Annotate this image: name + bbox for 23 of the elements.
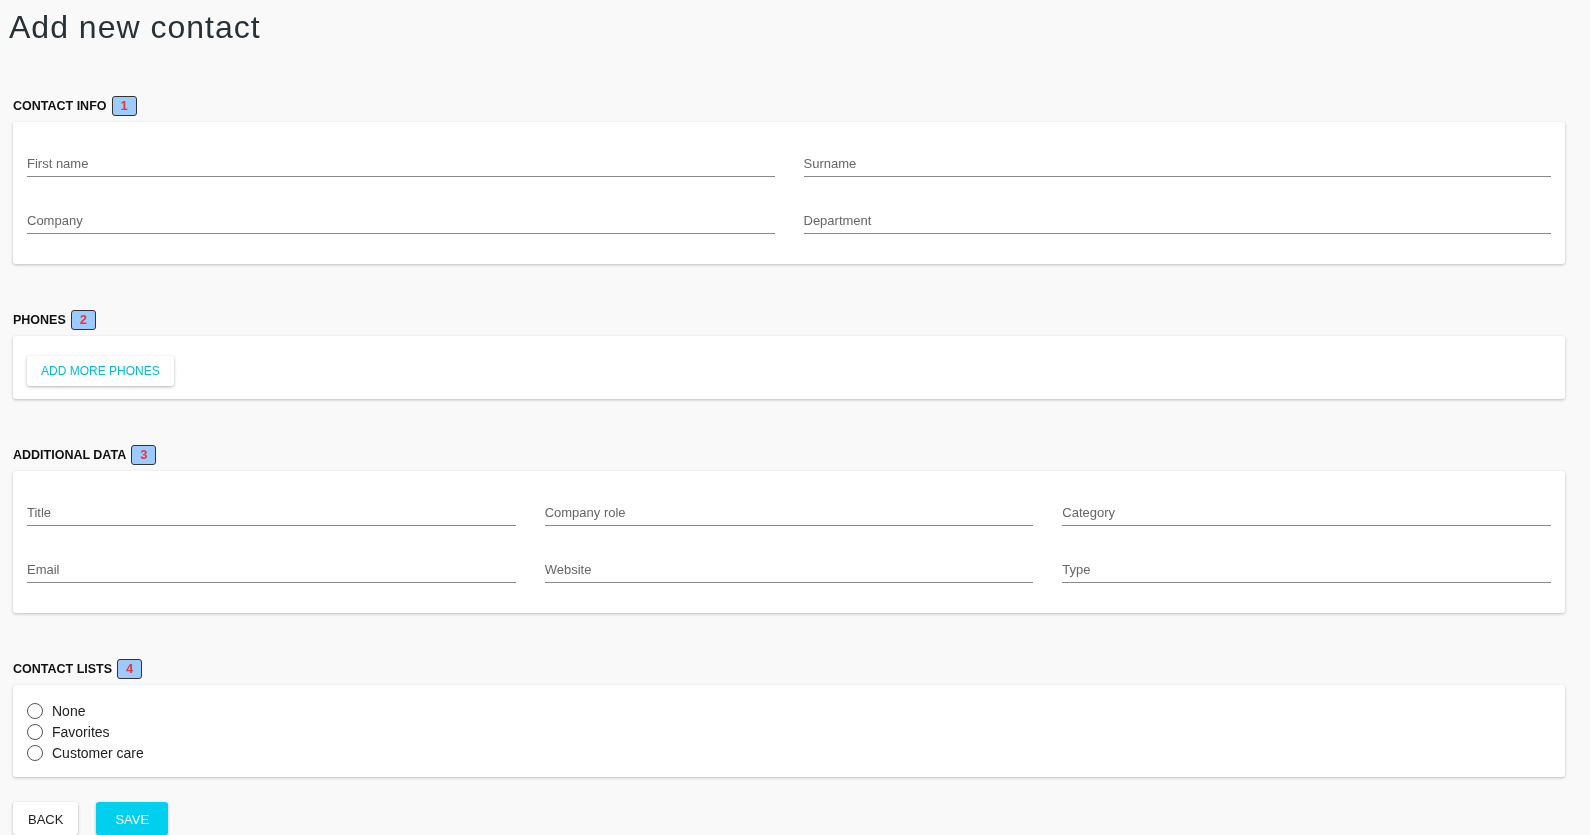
input-field[interactable]: Website: [544, 542, 1034, 583]
input-field[interactable]: First name: [27, 136, 775, 177]
number-badge: 1: [111, 96, 137, 116]
input-field[interactable]: Company: [27, 193, 775, 234]
radio-label[interactable]: Customer care: [52, 744, 144, 761]
input-field[interactable]: Title: [27, 485, 516, 526]
radio-label[interactable]: None: [52, 702, 86, 719]
number-badge: 4: [117, 659, 143, 679]
input-field[interactable]: Category: [1062, 485, 1551, 526]
section-heading: PHONES: [13, 313, 66, 327]
section-heading: ADDITIONAL DATA: [13, 448, 127, 462]
input-field[interactable]: Surname: [803, 136, 1551, 177]
radio-label[interactable]: Favorites: [52, 723, 110, 740]
input-field[interactable]: Department: [803, 193, 1551, 234]
input-field[interactable]: Email: [27, 542, 516, 583]
number-badge: 3: [131, 445, 157, 465]
section-heading: CONTACT LISTS: [13, 662, 113, 676]
section-heading: CONTACT INFO: [13, 99, 107, 113]
page-title: Add new contact: [9, 8, 262, 47]
number-badge: 2: [70, 310, 97, 330]
input-field[interactable]: Type: [1062, 542, 1551, 583]
input-field[interactable]: Company role: [544, 485, 1034, 526]
back-button[interactable]: BACK: [13, 802, 79, 835]
